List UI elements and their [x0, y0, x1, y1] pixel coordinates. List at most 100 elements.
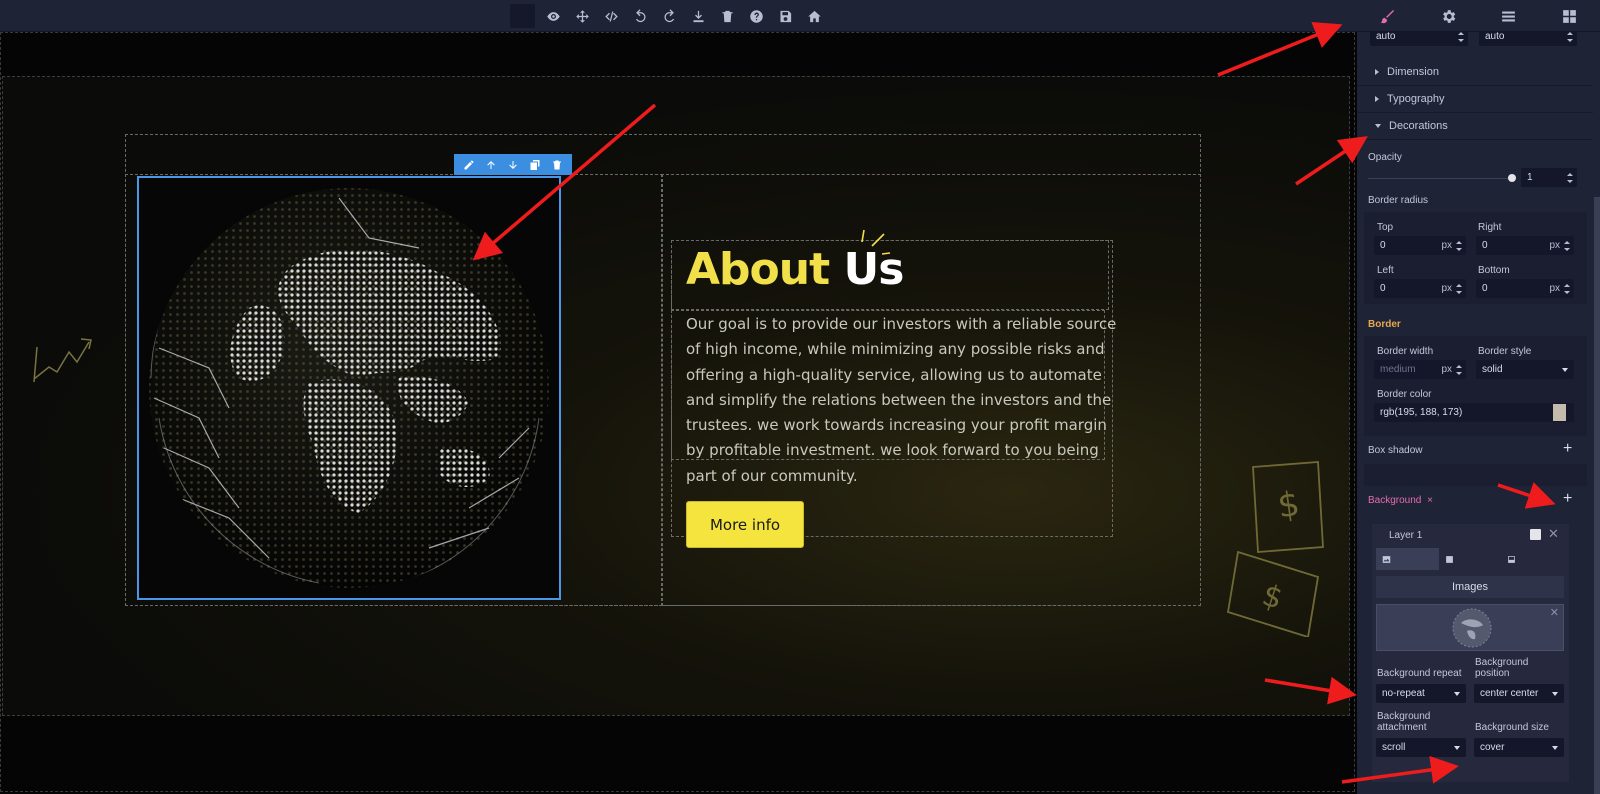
save-icon	[780, 10, 792, 22]
border-radius-group: Top 0 px Right 0 px Left 0 px Bottom 0 px	[1364, 212, 1587, 304]
undo-icon	[635, 8, 646, 22]
gear-icon	[1442, 9, 1455, 23]
code-button[interactable]	[597, 4, 626, 28]
select-parent-button[interactable]	[480, 159, 502, 171]
sector-typography[interactable]: Typography	[1357, 86, 1593, 113]
top-field-2[interactable]: auto	[1479, 32, 1577, 46]
radius-right-label: Right	[1478, 222, 1502, 233]
editor-topbar	[0, 0, 1600, 32]
background-size-select[interactable]: cover	[1474, 738, 1564, 757]
radius-bottom-input[interactable]: 0 px	[1476, 279, 1574, 298]
pencil-icon	[464, 160, 474, 169]
border-color-label: Border color	[1377, 389, 1432, 400]
component-toolbar	[454, 154, 572, 175]
images-title: Images	[1376, 576, 1564, 598]
radius-left-label: Left	[1377, 265, 1394, 276]
opacity-slider-handle[interactable]	[1508, 174, 1516, 182]
svg-text:$: $	[1258, 578, 1287, 617]
arrow-down-icon	[509, 160, 517, 169]
box-shadow-label: Box shadow	[1368, 445, 1423, 456]
background-size-label: Background size	[1475, 722, 1549, 733]
radius-bottom-label: Bottom	[1478, 265, 1510, 276]
tab-color-background[interactable]	[1439, 548, 1502, 570]
square-icon	[1445, 555, 1453, 563]
background-repeat-select[interactable]: no-repeat	[1376, 684, 1466, 703]
top-field-1[interactable]: auto	[1370, 32, 1468, 46]
background-repeat-label: Background repeat	[1377, 668, 1462, 679]
about-paragraph[interactable]: Our goal is to provide our investors wit…	[686, 312, 1126, 489]
sector-decorations[interactable]: Decorations	[1357, 113, 1593, 140]
layer-type-tabs	[1376, 548, 1564, 570]
clone-component-button[interactable]	[524, 159, 546, 171]
border-color-swatch[interactable]	[1553, 404, 1566, 421]
tab-style-manager[interactable]	[1357, 0, 1418, 32]
more-info-button[interactable]: More info	[686, 501, 804, 548]
remove-image-button[interactable]: ✕	[1550, 606, 1559, 619]
background-position-label: Background position	[1475, 657, 1529, 679]
border-width-input[interactable]: medium px	[1374, 360, 1466, 379]
edit-component-button[interactable]	[458, 159, 480, 171]
radius-top-input[interactable]: 0 px	[1374, 236, 1466, 255]
tab-layer-manager[interactable]	[1479, 0, 1540, 32]
eye-icon	[547, 11, 560, 21]
border-style-label: Border style	[1478, 346, 1532, 357]
redo-button[interactable]	[655, 4, 684, 28]
box-shadow-layers	[1364, 464, 1587, 486]
tab-blocks[interactable]	[1539, 0, 1600, 32]
border-style-select[interactable]: solid	[1476, 360, 1574, 379]
radius-right-input[interactable]: 0 px	[1476, 236, 1574, 255]
background-label: Background ×	[1368, 495, 1433, 506]
panel-scrollbar[interactable]	[1594, 197, 1600, 794]
gradient-icon	[1508, 555, 1516, 563]
background-attachment-select[interactable]: scroll	[1376, 738, 1466, 757]
trash-icon	[722, 10, 733, 22]
move-button[interactable]	[568, 4, 597, 28]
preview-button[interactable]	[539, 4, 568, 28]
sparkle-doodle-icon	[861, 229, 891, 255]
layer-title: Layer 1	[1389, 530, 1423, 541]
radius-top-label: Top	[1377, 222, 1394, 233]
tab-image-background[interactable]	[1376, 548, 1439, 570]
border-color-input[interactable]: rgb(195, 188, 173)	[1374, 403, 1574, 422]
clear-canvas-button[interactable]	[713, 4, 742, 28]
background-attachment-label: Background attachment	[1377, 711, 1431, 733]
redo-icon	[664, 8, 675, 22]
clear-background-button[interactable]: ×	[1427, 495, 1433, 506]
border-radius-label: Border radius	[1368, 195, 1429, 206]
layer-preview-toggle[interactable]	[1530, 529, 1541, 540]
sector-dimension[interactable]: Dimension	[1357, 59, 1593, 86]
chart-doodle-icon	[33, 338, 92, 383]
radius-left-input[interactable]: 0 px	[1374, 279, 1466, 298]
image-icon	[1382, 555, 1391, 563]
opacity-input[interactable]: 1	[1521, 168, 1577, 187]
panel-tabs	[1357, 0, 1600, 32]
background-image-preview[interactable]: ✕	[1376, 604, 1564, 651]
home-button[interactable]	[800, 4, 829, 28]
background-position-select[interactable]: center center	[1474, 684, 1564, 703]
tab-gradient-background[interactable]	[1501, 548, 1564, 570]
copy-icon	[530, 159, 540, 170]
delete-component-button[interactable]	[546, 159, 568, 171]
move-icon	[576, 9, 589, 23]
help-button[interactable]	[742, 4, 771, 28]
editor-canvas[interactable]: $ $ About Us Our goal is to provide our …	[0, 32, 1357, 794]
globe-illustration-icon	[139, 178, 559, 598]
code-icon	[605, 11, 618, 21]
move-down-button[interactable]	[502, 159, 524, 171]
remove-layer-button[interactable]: ✕	[1548, 526, 1559, 542]
blocks-icon	[1563, 9, 1576, 23]
money-doodle-icon: $ $	[1226, 461, 1324, 637]
add-box-shadow-button[interactable]: +	[1563, 441, 1572, 457]
device-select[interactable]	[510, 4, 535, 28]
import-button[interactable]	[684, 4, 713, 28]
globe-thumbnail-icon	[1452, 608, 1492, 648]
save-button[interactable]	[771, 4, 800, 28]
add-background-layer-button[interactable]: +	[1563, 491, 1572, 507]
opacity-slider-track[interactable]	[1368, 178, 1512, 179]
undo-button[interactable]	[626, 4, 655, 28]
tab-settings[interactable]	[1418, 0, 1479, 32]
globe-image[interactable]	[137, 176, 561, 600]
trash-icon	[553, 160, 561, 169]
brush-icon	[1380, 9, 1394, 23]
background-layer[interactable]: Layer 1 ✕ Images ✕ Background repeat no-…	[1372, 524, 1569, 782]
